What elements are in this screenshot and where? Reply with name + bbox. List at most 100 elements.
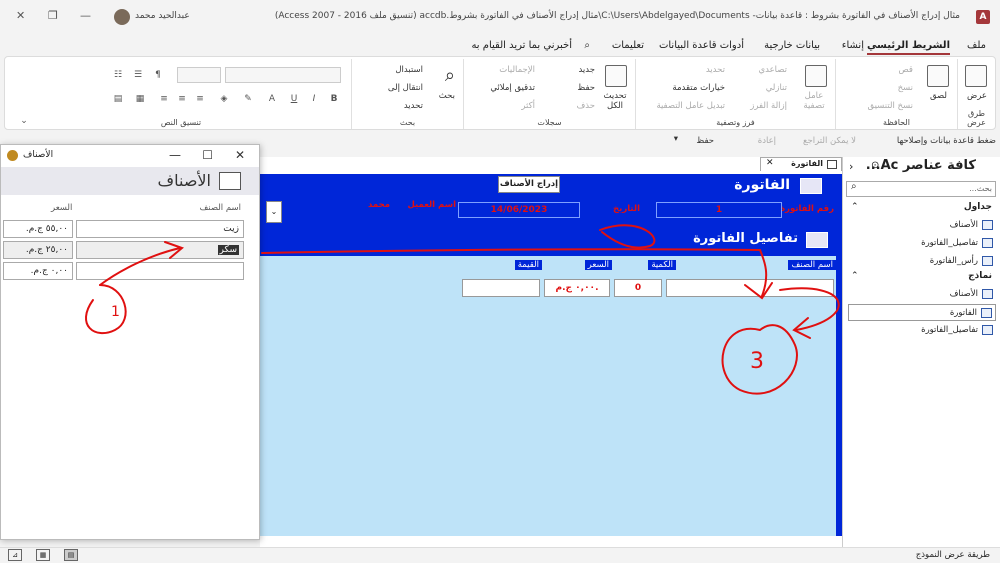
compact-repair-button[interactable]: ضغط قاعدة بيانات وإصلاحها [897, 136, 996, 146]
replace-button[interactable]: استبدال [395, 65, 423, 75]
find-button[interactable]: بحث [439, 91, 455, 101]
sort-descending-button[interactable]: تنازلي [766, 83, 787, 93]
redo-button[interactable]: إعادة [758, 136, 776, 146]
totals-button[interactable]: الإجماليات [499, 65, 535, 75]
item-name-selected[interactable]: سكر [217, 245, 239, 255]
item-name-cell[interactable]: سكر [76, 241, 244, 259]
save-record-button[interactable]: حفظ [577, 83, 595, 93]
nav-table-item[interactable]: رأس_الفاتورة [848, 253, 996, 270]
nav-title[interactable]: كافة عناصر Ac... [866, 158, 976, 173]
refresh-all-icon[interactable] [605, 65, 627, 87]
close-tab-icon[interactable]: ✕ [766, 158, 774, 168]
advanced-filter-button[interactable]: خيارات متقدمة [672, 83, 725, 93]
section-tables[interactable]: جداول [964, 202, 992, 212]
value-cell[interactable] [462, 279, 540, 297]
section-forms[interactable]: نماذج [968, 271, 992, 281]
search-icon[interactable]: ⌕ [851, 181, 857, 192]
item-price-cell[interactable]: ٠,٠٠ ج.م. [3, 262, 73, 280]
alt-row-color-icon[interactable]: ▦ [133, 93, 147, 105]
maximize-icon[interactable]: ☐ [202, 148, 213, 162]
selection-button[interactable]: تحديد [706, 65, 725, 75]
filter-icon[interactable] [805, 65, 827, 87]
layout-view-icon[interactable]: ▦ [36, 549, 50, 561]
price-cell[interactable]: ٠,٠٠ ج.م. [544, 279, 610, 297]
insert-items-button[interactable]: إدراج الأصناف [498, 176, 560, 193]
nav-table-item[interactable]: الأصناف [848, 217, 996, 234]
paste-icon[interactable] [927, 65, 949, 87]
item-name-cell[interactable] [76, 262, 244, 280]
find-icon[interactable]: ⌕ [445, 65, 455, 86]
cut-button[interactable]: قص [899, 65, 913, 75]
chevron-left-icon[interactable]: ‹ [849, 160, 853, 173]
tab-create[interactable]: إنشاء [842, 40, 864, 51]
delete-record-button[interactable]: حذف [576, 101, 595, 111]
collapse-icon[interactable]: ⌃ [851, 271, 859, 281]
underline-icon[interactable]: U [287, 93, 301, 105]
tell-me-box[interactable]: أخبرني بما تريد القيام به [471, 40, 572, 51]
paste-button[interactable]: لصق [930, 91, 947, 101]
nav-form-item[interactable]: الأصناف [848, 286, 996, 303]
tab-help[interactable]: تعليمات [612, 40, 644, 51]
align-left-icon[interactable]: ≡ [157, 93, 171, 105]
italic-icon[interactable]: I [307, 93, 321, 105]
close-window-icon[interactable]: ✕ [16, 9, 25, 22]
save-qat-button[interactable]: حفظ [696, 136, 714, 146]
search-icon[interactable]: ⌕ [584, 40, 590, 51]
fill-color-icon[interactable]: ◈ [217, 93, 231, 105]
gridlines-icon[interactable]: ▤ [111, 93, 125, 105]
nav-search-input[interactable]: بحث... [846, 181, 996, 197]
items-window-titlebar[interactable]: الأصناف ✕ ☐ — [1, 145, 259, 167]
item-price-cell[interactable]: ٢٥,٠٠ ج.م. [3, 241, 73, 259]
nav-form-item-selected[interactable]: الفاتورة [848, 304, 996, 321]
sort-ascending-button[interactable]: تصاعدي [758, 65, 787, 75]
new-record-button[interactable]: جديد [578, 65, 595, 75]
tab-home[interactable]: الشريط الرئيسي [866, 40, 950, 55]
filter-button[interactable]: عامل تصفية [797, 91, 831, 111]
user-name[interactable]: عبدالحيد محمد [135, 11, 190, 21]
close-icon[interactable]: ✕ [235, 148, 245, 162]
nav-table-item[interactable]: تفاصيل_الفاتورة [848, 235, 996, 252]
font-color-icon[interactable]: A [265, 93, 279, 105]
item-name-cell[interactable]: زيت [76, 220, 244, 238]
undo-button[interactable]: لا يمكن التراجع [803, 136, 856, 146]
minimize-window-icon[interactable]: — [80, 9, 91, 22]
font-size-combo[interactable] [177, 67, 221, 83]
align-center-icon[interactable]: ≡ [175, 93, 189, 105]
refresh-all-button[interactable]: تحديث الكل [601, 91, 629, 111]
toggle-filter-button[interactable]: تبديل عامل التصفية [656, 101, 725, 111]
customer-dropdown-icon[interactable]: ⌄ [266, 201, 282, 223]
copy-button[interactable]: نسخ [898, 83, 913, 93]
format-painter-button[interactable]: نسخ التنسيق [868, 101, 913, 111]
chevron-down-icon[interactable]: ⊙ [871, 160, 879, 171]
remove-sort-button[interactable]: إزالة الفرز [750, 101, 787, 111]
minimize-icon[interactable]: — [169, 148, 181, 162]
collapse-icon[interactable]: ⌃ [851, 202, 859, 212]
view-button[interactable]: عرض [967, 91, 987, 101]
highlight-icon[interactable]: ✎ [241, 93, 255, 105]
quantity-cell[interactable]: 0 [614, 279, 662, 297]
view-icon[interactable] [965, 65, 987, 87]
tab-database-tools[interactable]: أدوات قاعدة البيانات [659, 40, 744, 51]
bold-icon[interactable]: B [327, 93, 341, 105]
paragraph-icon[interactable]: ¶ [151, 69, 165, 81]
design-view-icon[interactable]: ⊿ [8, 549, 22, 561]
bullets-icon[interactable]: ☰ [131, 69, 145, 81]
spelling-button[interactable]: تدقيق إملائي [490, 83, 535, 93]
goto-button[interactable]: انتقال إلى [388, 83, 423, 93]
form-view-icon[interactable]: ▤ [64, 549, 78, 561]
select-button[interactable]: تحديد [404, 101, 423, 111]
restore-window-icon[interactable]: ❐ [48, 9, 58, 22]
nav-form-item[interactable]: تفاصيل_الفاتورة [848, 322, 996, 339]
invoice-number-field[interactable]: 1 [656, 202, 782, 218]
customer-value[interactable]: محمد [368, 200, 390, 210]
numbering-icon[interactable]: ☷ [111, 69, 125, 81]
tab-invoice-document[interactable]: الفاتورة ✕ [760, 157, 842, 171]
item-name-cell[interactable] [666, 279, 834, 297]
customize-qat-icon[interactable]: ▾ [674, 134, 678, 144]
font-name-combo[interactable] [225, 67, 341, 83]
tab-external-data[interactable]: بيانات خارجية [764, 40, 820, 51]
more-button[interactable]: أكثر [521, 101, 535, 111]
align-right-icon[interactable]: ≡ [193, 93, 207, 105]
tab-file[interactable]: ملف [967, 40, 986, 51]
avatar[interactable] [114, 9, 130, 25]
